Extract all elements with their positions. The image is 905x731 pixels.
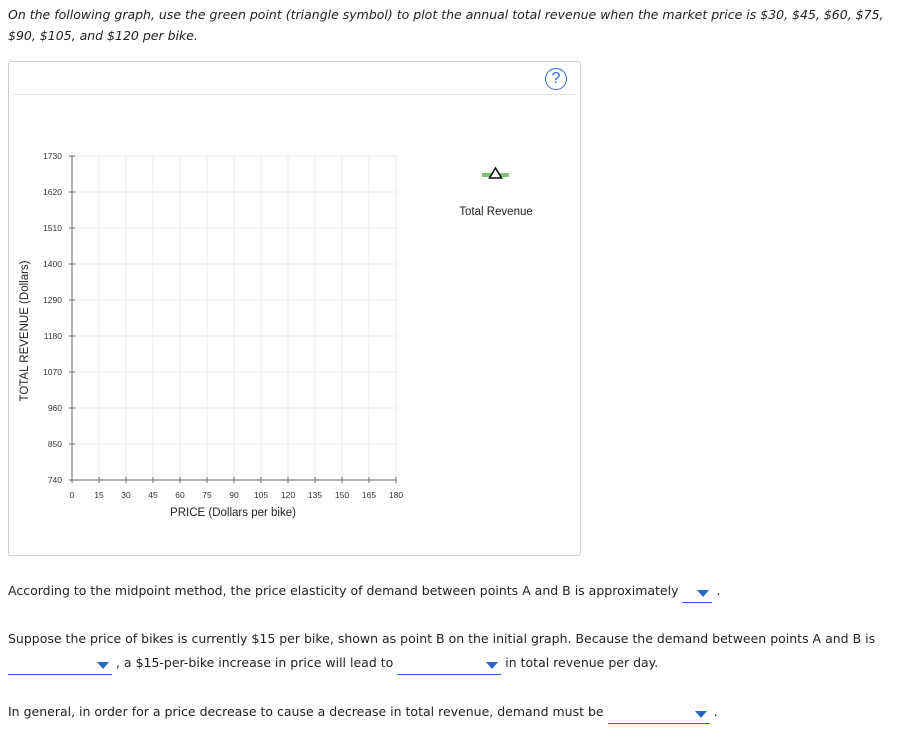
y-tick-label: 960 — [48, 403, 62, 413]
chevron-down-icon — [486, 662, 499, 669]
x-tick-label: 45 — [148, 490, 158, 500]
question-revenue-middle: , a $15-per-bike increase in price will … — [115, 655, 394, 670]
demand-type-dropdown[interactable] — [8, 657, 112, 675]
question-demand-text: In general, in order for a price decreas… — [8, 704, 604, 719]
legend-label: Total Revenue — [459, 206, 533, 218]
elasticity-dropdown[interactable] — [682, 585, 713, 603]
x-tick-label: 105 — [254, 490, 268, 500]
chevron-down-icon — [97, 662, 109, 669]
x-tick-label: 180 — [389, 490, 403, 500]
demand-must-be-dropdown[interactable] — [607, 706, 710, 724]
question-demand-must-be: In general, in order for a price decreas… — [8, 700, 898, 724]
y-axis-title: TOTAL REVENUE (Dollars) — [19, 260, 31, 401]
question-elasticity-end: . — [716, 583, 721, 598]
chevron-down-icon — [694, 711, 707, 718]
y-axis-ticks: 740 850 960 1070 1180 1290 1400 1510 1620 1730 — [43, 151, 75, 485]
question-revenue-change: Suppose the price of bikes is currently … — [8, 627, 898, 675]
instructions-text: On the following graph, use the green po… — [8, 7, 884, 43]
y-tick-label: 1730 — [43, 151, 62, 161]
question-revenue-end: in total revenue per day. — [505, 655, 659, 670]
x-tick-label: 75 — [202, 490, 212, 500]
chart-grid — [72, 155, 397, 480]
y-tick-label: 1290 — [43, 295, 62, 305]
x-tick-label: 60 — [175, 490, 185, 500]
y-tick-label: 1180 — [44, 331, 63, 341]
x-tick-label: 150 — [335, 490, 349, 500]
question-elasticity: According to the midpoint method, the pr… — [8, 579, 898, 603]
revenue-change-dropdown[interactable] — [397, 657, 502, 675]
chevron-down-icon — [697, 590, 710, 597]
y-tick-label: 1070 — [43, 367, 62, 377]
question-elasticity-text: According to the midpoint method, the pr… — [8, 583, 679, 598]
revenue-chart[interactable]: 0 15 30 45 60 75 90 105 120 135 150 165 180 740 850 96… — [9, 62, 580, 555]
x-tick-label: 90 — [229, 490, 239, 500]
x-tick-label: 0 — [70, 490, 75, 500]
x-tick-label: 165 — [362, 490, 376, 500]
x-tick-label: 15 — [94, 490, 104, 500]
x-tick-label: 120 — [281, 490, 295, 500]
y-tick-label: 1620 — [43, 187, 62, 197]
y-tick-label: 1400 — [43, 259, 62, 269]
y-tick-label: 740 — [48, 475, 62, 485]
question-revenue-text: Suppose the price of bikes is currently … — [8, 631, 876, 646]
x-tick-label: 30 — [121, 490, 131, 500]
graph-panel: ? 0 15 30 45 60 75 90 105 120 135 150 165 180 740 850… — [8, 61, 581, 556]
x-axis-title: PRICE (Dollars per bike) — [170, 507, 296, 519]
legend[interactable]: Total Revenue — [459, 166, 533, 218]
question-demand-end: . — [713, 704, 718, 719]
y-tick-label: 1510 — [43, 223, 62, 233]
y-tick-label: 850 — [48, 439, 62, 449]
x-tick-label: 135 — [308, 490, 322, 500]
